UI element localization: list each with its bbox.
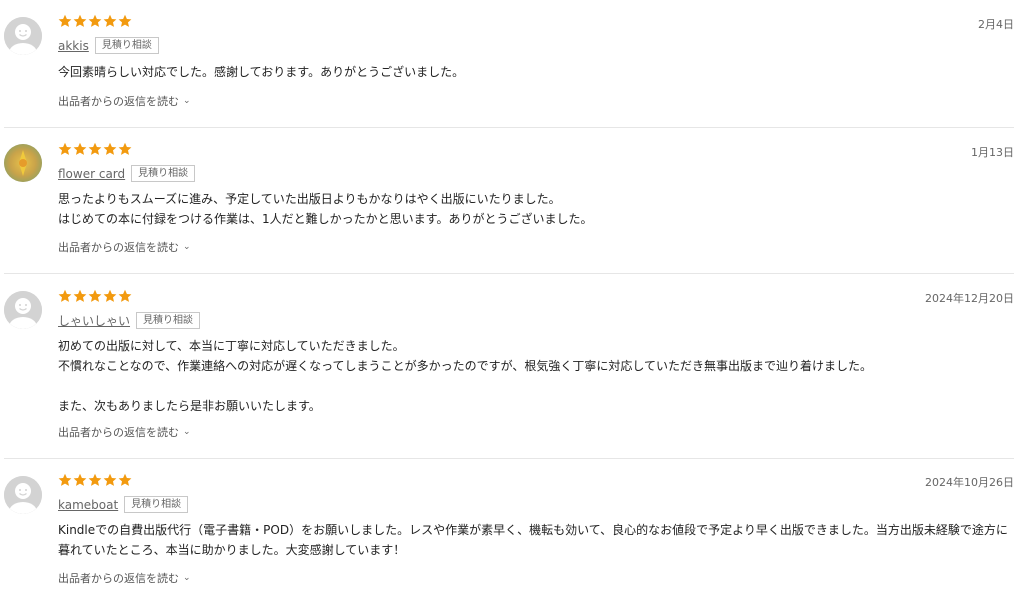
user-row: しゃいしゃい 見積り相談 <box>58 312 201 329</box>
read-reply-label: 出品者からの返信を読む <box>58 95 179 108</box>
chevron-down-icon: ⌄ <box>183 96 191 106</box>
star-icon <box>73 289 87 302</box>
default-avatar-icon <box>4 291 42 329</box>
star-icon <box>73 142 87 155</box>
read-reply-link[interactable]: 出品者からの返信を読む ⌄ <box>58 93 191 109</box>
read-reply-label: 出品者からの返信を読む <box>58 426 179 439</box>
star-icon <box>118 142 132 155</box>
username-link[interactable]: flower card <box>58 167 125 181</box>
default-avatar-icon <box>4 476 42 514</box>
review-text: Kindleでの自費出版代行（電子書籍・POD）をお願いしました。レスや作業が素… <box>58 523 1008 557</box>
star-icon <box>58 142 72 155</box>
read-reply-link[interactable]: 出品者からの返信を読む ⌄ <box>58 424 191 440</box>
star-icon <box>58 473 72 486</box>
user-row: kameboat 見積り相談 <box>58 496 189 513</box>
star-icon <box>88 289 102 302</box>
chevron-down-icon: ⌄ <box>183 573 191 583</box>
user-avatar[interactable] <box>4 476 42 514</box>
user-avatar[interactable] <box>4 144 42 182</box>
review-date: 2024年10月26日 <box>925 476 1014 489</box>
divider <box>4 127 1014 128</box>
flower-photo-avatar <box>4 144 42 182</box>
read-reply-label: 出品者からの返信を読む <box>58 572 179 585</box>
star-icon <box>118 289 132 302</box>
star-icon <box>103 142 117 155</box>
review-date: 2月4日 <box>978 18 1014 31</box>
divider <box>4 458 1014 459</box>
category-badge: 見積り相談 <box>94 37 159 54</box>
category-badge: 見積り相談 <box>136 312 201 329</box>
star-icon <box>118 14 132 27</box>
star-icon <box>88 142 102 155</box>
star-icon <box>73 14 87 27</box>
star-rating <box>58 289 132 305</box>
star-icon <box>88 14 102 27</box>
star-icon <box>73 473 87 486</box>
review-text: 思ったよりもスムーズに進み、予定していた出版日よりもかなりはやく出版にいたりまし… <box>58 192 593 226</box>
username-link[interactable]: akkis <box>58 39 89 53</box>
star-icon <box>103 473 117 486</box>
review-text: 初めての出版に対して、本当に丁寧に対応していただきました。 不慣れなことなので、… <box>58 339 872 413</box>
chevron-down-icon: ⌄ <box>183 242 191 252</box>
star-rating <box>58 142 132 158</box>
username-link[interactable]: kameboat <box>58 498 118 512</box>
user-row: flower card 見積り相談 <box>58 165 196 182</box>
user-row: akkis 見積り相談 <box>58 37 159 54</box>
review-date: 1月13日 <box>971 146 1014 159</box>
star-icon <box>58 289 72 302</box>
star-rating <box>58 473 132 489</box>
star-icon <box>88 473 102 486</box>
category-badge: 見積り相談 <box>124 496 189 513</box>
star-rating <box>58 14 132 30</box>
chevron-down-icon: ⌄ <box>183 427 191 437</box>
divider <box>4 273 1014 274</box>
review-date: 2024年12月20日 <box>925 292 1014 305</box>
read-reply-link[interactable]: 出品者からの返信を読む ⌄ <box>58 239 191 255</box>
read-reply-label: 出品者からの返信を読む <box>58 241 179 254</box>
user-avatar[interactable] <box>4 291 42 329</box>
star-icon <box>118 473 132 486</box>
star-icon <box>103 14 117 27</box>
category-badge: 見積り相談 <box>131 165 196 182</box>
default-avatar-icon <box>4 17 42 55</box>
review-text: 今回素晴らしい対応でした。感謝しております。ありがとうございました。 <box>58 65 465 79</box>
username-link[interactable]: しゃいしゃい <box>58 312 130 329</box>
user-avatar[interactable] <box>4 17 42 55</box>
read-reply-link[interactable]: 出品者からの返信を読む ⌄ <box>58 570 191 586</box>
star-icon <box>103 289 117 302</box>
star-icon <box>58 14 72 27</box>
